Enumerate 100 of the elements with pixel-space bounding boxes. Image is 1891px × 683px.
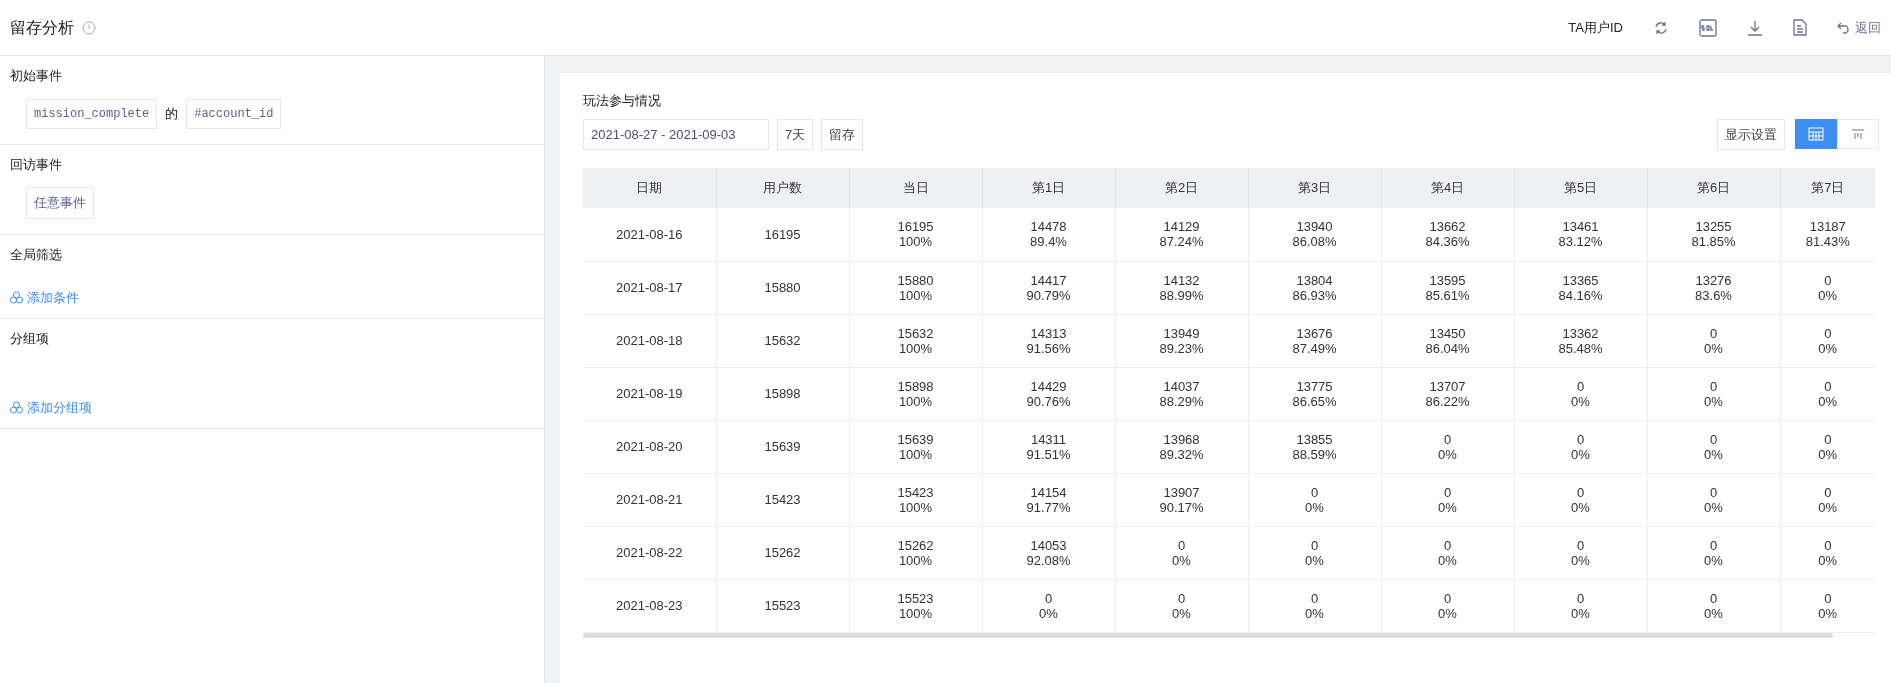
download-icon[interactable] bbox=[1747, 19, 1763, 36]
retention-cell: 13775 86.65% bbox=[1248, 367, 1381, 420]
users-cell: 15639 bbox=[716, 420, 849, 473]
section-title: 初始事件 bbox=[10, 67, 63, 85]
sql-icon[interactable] bbox=[1699, 18, 1717, 37]
retention-cell: 15262 100% bbox=[849, 526, 982, 579]
date-cell: 2021-08-18 bbox=[583, 314, 716, 367]
column-header: 用户数 bbox=[716, 168, 849, 208]
retention-cell: 13595 85.61% bbox=[1381, 261, 1514, 314]
event-tag[interactable]: 任意事件 bbox=[26, 187, 94, 219]
display-settings-button[interactable]: 显示设置 bbox=[1717, 118, 1785, 150]
retention-cell: 0 0% bbox=[1514, 367, 1647, 420]
retention-cell: 0 0% bbox=[1780, 473, 1875, 526]
retention-cell: 0 0% bbox=[1647, 314, 1780, 367]
retention-cell: 13949 89.23% bbox=[1115, 314, 1248, 367]
column-header: 日期 bbox=[583, 168, 716, 208]
column-header: 第3日 bbox=[1248, 168, 1381, 208]
column-header: 第2日 bbox=[1115, 168, 1248, 208]
retention-cell: 14429 90.76% bbox=[982, 367, 1115, 420]
retention-cell: 0 0% bbox=[1381, 526, 1514, 579]
users-cell: 16195 bbox=[716, 208, 849, 261]
column-header: 当日 bbox=[849, 168, 982, 208]
retention-cell: 13450 86.04% bbox=[1381, 314, 1514, 367]
date-cell: 2021-08-22 bbox=[583, 526, 716, 579]
retention-cell: 0 0% bbox=[1115, 579, 1248, 632]
retention-cell: 0 0% bbox=[1780, 526, 1875, 579]
users-cell: 15262 bbox=[716, 526, 849, 579]
joiner-text: 的 bbox=[165, 104, 179, 123]
retention-cell: 0 0% bbox=[1514, 420, 1647, 473]
section-title: 回访事件 bbox=[10, 155, 63, 174]
column-header: 第6日 bbox=[1647, 168, 1780, 208]
undo-icon bbox=[1837, 21, 1851, 34]
event-tag[interactable]: mission_complete bbox=[26, 98, 158, 129]
date-cell: 2021-08-23 bbox=[583, 579, 716, 632]
retention-cell: 13968 89.32% bbox=[1115, 420, 1248, 473]
retention-cell: 16195 100% bbox=[849, 208, 982, 261]
users-cell: 15423 bbox=[716, 473, 849, 526]
page-title: 留存分析 bbox=[10, 17, 74, 38]
section-title: 分组项 bbox=[10, 329, 50, 348]
retention-cell: 0 0% bbox=[982, 579, 1115, 632]
retention-cell: 0 0% bbox=[1647, 420, 1780, 473]
retention-cell: 13461 83.12% bbox=[1514, 208, 1647, 261]
date-range-field[interactable]: 2021-08-27 - 2021-09-03 bbox=[583, 118, 769, 150]
date-cell: 2021-08-16 bbox=[583, 208, 716, 261]
retention-cell: 13855 88.59% bbox=[1248, 420, 1381, 473]
circles-icon bbox=[10, 401, 23, 415]
retention-cell: 14037 88.29% bbox=[1115, 367, 1248, 420]
retention-cell: 0 0% bbox=[1381, 420, 1514, 473]
retention-cell: 13276 83.6% bbox=[1647, 261, 1780, 314]
retention-cell: 13365 84.16% bbox=[1514, 261, 1647, 314]
retention-cell: 0 0% bbox=[1248, 579, 1381, 632]
retention-cell: 14313 91.56% bbox=[982, 314, 1115, 367]
back-link[interactable]: 返回 bbox=[1837, 17, 1881, 38]
retention-cell: 0 0% bbox=[1647, 473, 1780, 526]
retention-cell: 15639 100% bbox=[849, 420, 982, 473]
retention-cell: 0 0% bbox=[1381, 473, 1514, 526]
circles-icon bbox=[10, 291, 23, 305]
date-cell: 2021-08-17 bbox=[583, 261, 716, 314]
date-cell: 2021-08-21 bbox=[583, 473, 716, 526]
users-cell: 15632 bbox=[716, 314, 849, 367]
retention-cell: 0 0% bbox=[1248, 473, 1381, 526]
retention-cell: 0 0% bbox=[1780, 261, 1875, 314]
refresh-icon[interactable] bbox=[1653, 19, 1669, 36]
section-title: 全局筛选 bbox=[10, 245, 63, 264]
retention-cell: 0 0% bbox=[1647, 579, 1780, 632]
retention-cell: 15880 100% bbox=[849, 261, 982, 314]
users-cell: 15898 bbox=[716, 367, 849, 420]
retention-cell: 13707 86.22% bbox=[1381, 367, 1514, 420]
add-link[interactable]: 添加分组项 bbox=[10, 398, 92, 418]
retention-cell: 13940 86.08% bbox=[1248, 208, 1381, 261]
retention-cell: 13662 84.36% bbox=[1381, 208, 1514, 261]
mode-button[interactable]: 留存 bbox=[821, 118, 864, 150]
retention-cell: 0 0% bbox=[1115, 526, 1248, 579]
retention-cell: 15898 100% bbox=[849, 367, 982, 420]
retention-cell: 14154 91.77% bbox=[982, 473, 1115, 526]
retention-cell: 13804 86.93% bbox=[1248, 261, 1381, 314]
retention-cell: 0 0% bbox=[1780, 420, 1875, 473]
event-tag[interactable]: #account_id bbox=[186, 98, 282, 129]
users-cell: 15880 bbox=[716, 261, 849, 314]
table-view-button[interactable] bbox=[1795, 119, 1837, 150]
retention-cell: 0 0% bbox=[1514, 526, 1647, 579]
date-cell: 2021-08-19 bbox=[583, 367, 716, 420]
retention-cell: 13255 81.85% bbox=[1647, 208, 1780, 261]
retention-cell: 14311 91.51% bbox=[982, 420, 1115, 473]
column-header: 第4日 bbox=[1381, 168, 1514, 208]
scrollbar[interactable] bbox=[583, 632, 1833, 638]
period-button[interactable]: 7天 bbox=[777, 118, 814, 150]
add-link[interactable]: 添加条件 bbox=[10, 288, 79, 308]
retention-cell: 0 0% bbox=[1248, 526, 1381, 579]
user-id-label[interactable]: TA用户ID bbox=[1568, 17, 1623, 38]
retention-cell: 0 0% bbox=[1647, 526, 1780, 579]
retention-cell: 14478 89.4% bbox=[982, 208, 1115, 261]
retention-cell: 13362 85.48% bbox=[1514, 314, 1647, 367]
grid-icon bbox=[1808, 127, 1824, 142]
retention-cell: 0 0% bbox=[1514, 473, 1647, 526]
retention-cell: 14417 90.79% bbox=[982, 261, 1115, 314]
document-icon[interactable] bbox=[1793, 19, 1807, 36]
column-header: 第1日 bbox=[982, 168, 1115, 208]
retention-cell: 0 0% bbox=[1780, 579, 1875, 632]
retention-cell: 0 0% bbox=[1381, 579, 1514, 632]
